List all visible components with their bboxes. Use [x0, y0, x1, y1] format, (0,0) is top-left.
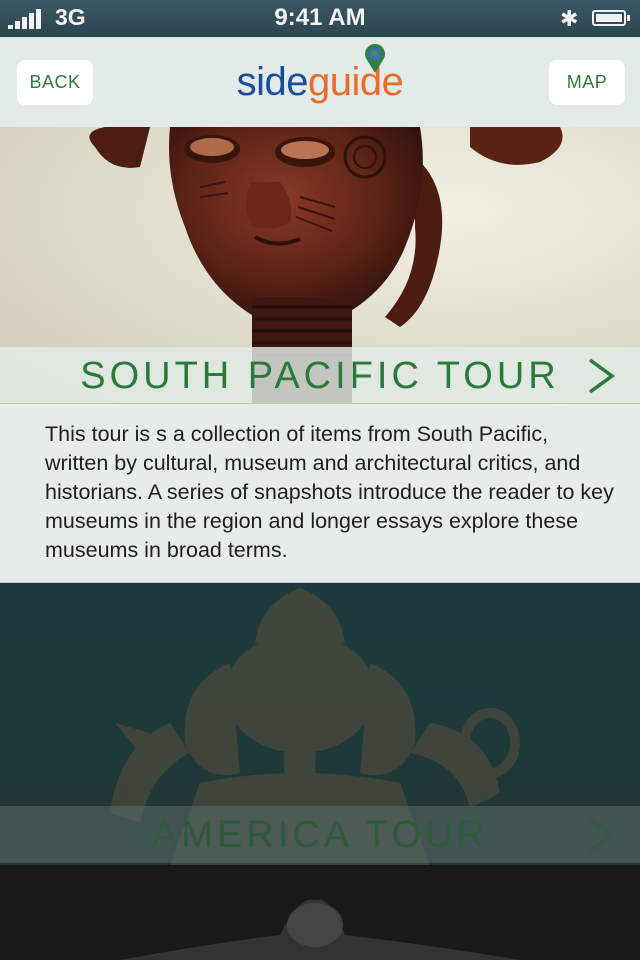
south-pacific-tour-bar[interactable]: SOUTH PACIFIC TOUR [0, 347, 640, 404]
tour-description-panel: This tour is s a collection of items fro… [0, 404, 640, 583]
america-tour-bar[interactable]: AMERICA TOUR [0, 806, 640, 863]
tour-title: SOUTH PACIFIC TOUR [80, 355, 560, 397]
chevron-right-icon [588, 817, 615, 853]
logo-guide-text: guide [308, 60, 404, 104]
tour-description: This tour is s a collection of items fro… [45, 422, 614, 562]
chevron-right-icon [588, 358, 615, 394]
app-header: BACK sideguide MAP [0, 37, 640, 128]
status-bar: 3G 9:41 AM ✱ [0, 0, 640, 37]
logo-side-text: side [236, 60, 309, 104]
sideguide-logo: sideguide [0, 57, 640, 107]
bluetooth-icon: ✱ [560, 6, 579, 31]
battery-icon [592, 10, 630, 26]
dark-artifact-image [120, 899, 520, 960]
tour-title: AMERICA TOUR [152, 814, 488, 856]
third-tour-image[interactable] [0, 865, 640, 960]
location-pin-icon [365, 44, 385, 73]
map-button[interactable]: MAP [549, 60, 625, 105]
status-time: 9:41 AM [274, 4, 366, 31]
